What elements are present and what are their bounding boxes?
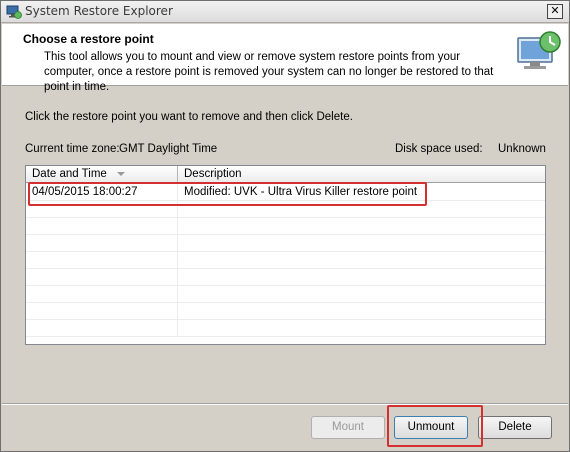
empty-cell <box>26 269 178 286</box>
system-restore-icon <box>517 31 561 69</box>
empty-cell <box>26 218 178 235</box>
empty-row <box>26 269 545 286</box>
delete-button[interactable]: Delete <box>478 416 552 439</box>
wizard-header: Choose a restore point This tool allows … <box>2 24 568 93</box>
empty-row <box>26 252 545 269</box>
column-date-and-time[interactable]: Date and Time <box>26 166 178 183</box>
empty-row <box>26 235 545 252</box>
list-header: Date and Time Description <box>26 166 545 183</box>
column-date-label: Date and Time <box>32 168 107 180</box>
timezone-value: GMT Daylight Time <box>119 143 218 155</box>
disk-space-value: Unknown <box>498 143 546 155</box>
header-description: This tool allows you to mount and view o… <box>44 51 494 93</box>
list-rows: 04/05/2015 18:00:27 Modified: UVK - Ultr… <box>26 184 545 344</box>
column-description[interactable]: Description <box>178 166 545 183</box>
annotation-highlight-unmount <box>387 405 483 447</box>
header-title: Choose a restore point <box>23 32 154 46</box>
empty-row <box>26 320 545 337</box>
empty-cell <box>26 303 178 320</box>
close-button[interactable]: ✕ <box>547 4 563 19</box>
empty-cell <box>26 235 178 252</box>
sort-down-icon <box>116 171 125 176</box>
app-icon <box>6 5 22 19</box>
empty-cell <box>26 252 178 269</box>
timezone-label: Current time zone: <box>25 143 120 155</box>
footer-divider <box>2 403 568 405</box>
mount-button[interactable]: Mount <box>311 416 385 439</box>
title-bar[interactable]: System Restore Explorer ✕ <box>1 1 569 23</box>
empty-row <box>26 286 545 303</box>
dialog-window: System Restore Explorer ✕ Choose a resto… <box>0 0 570 452</box>
empty-row <box>26 303 545 320</box>
window-title: System Restore Explorer <box>25 4 173 18</box>
disk-space-label: Disk space used: <box>395 143 483 155</box>
column-description-label: Description <box>184 168 242 180</box>
instruction-text: Click the restore point you want to remo… <box>25 111 353 123</box>
empty-row <box>26 218 545 235</box>
empty-cell <box>26 286 178 303</box>
annotation-highlight-row <box>28 182 427 206</box>
empty-cell <box>26 320 178 337</box>
